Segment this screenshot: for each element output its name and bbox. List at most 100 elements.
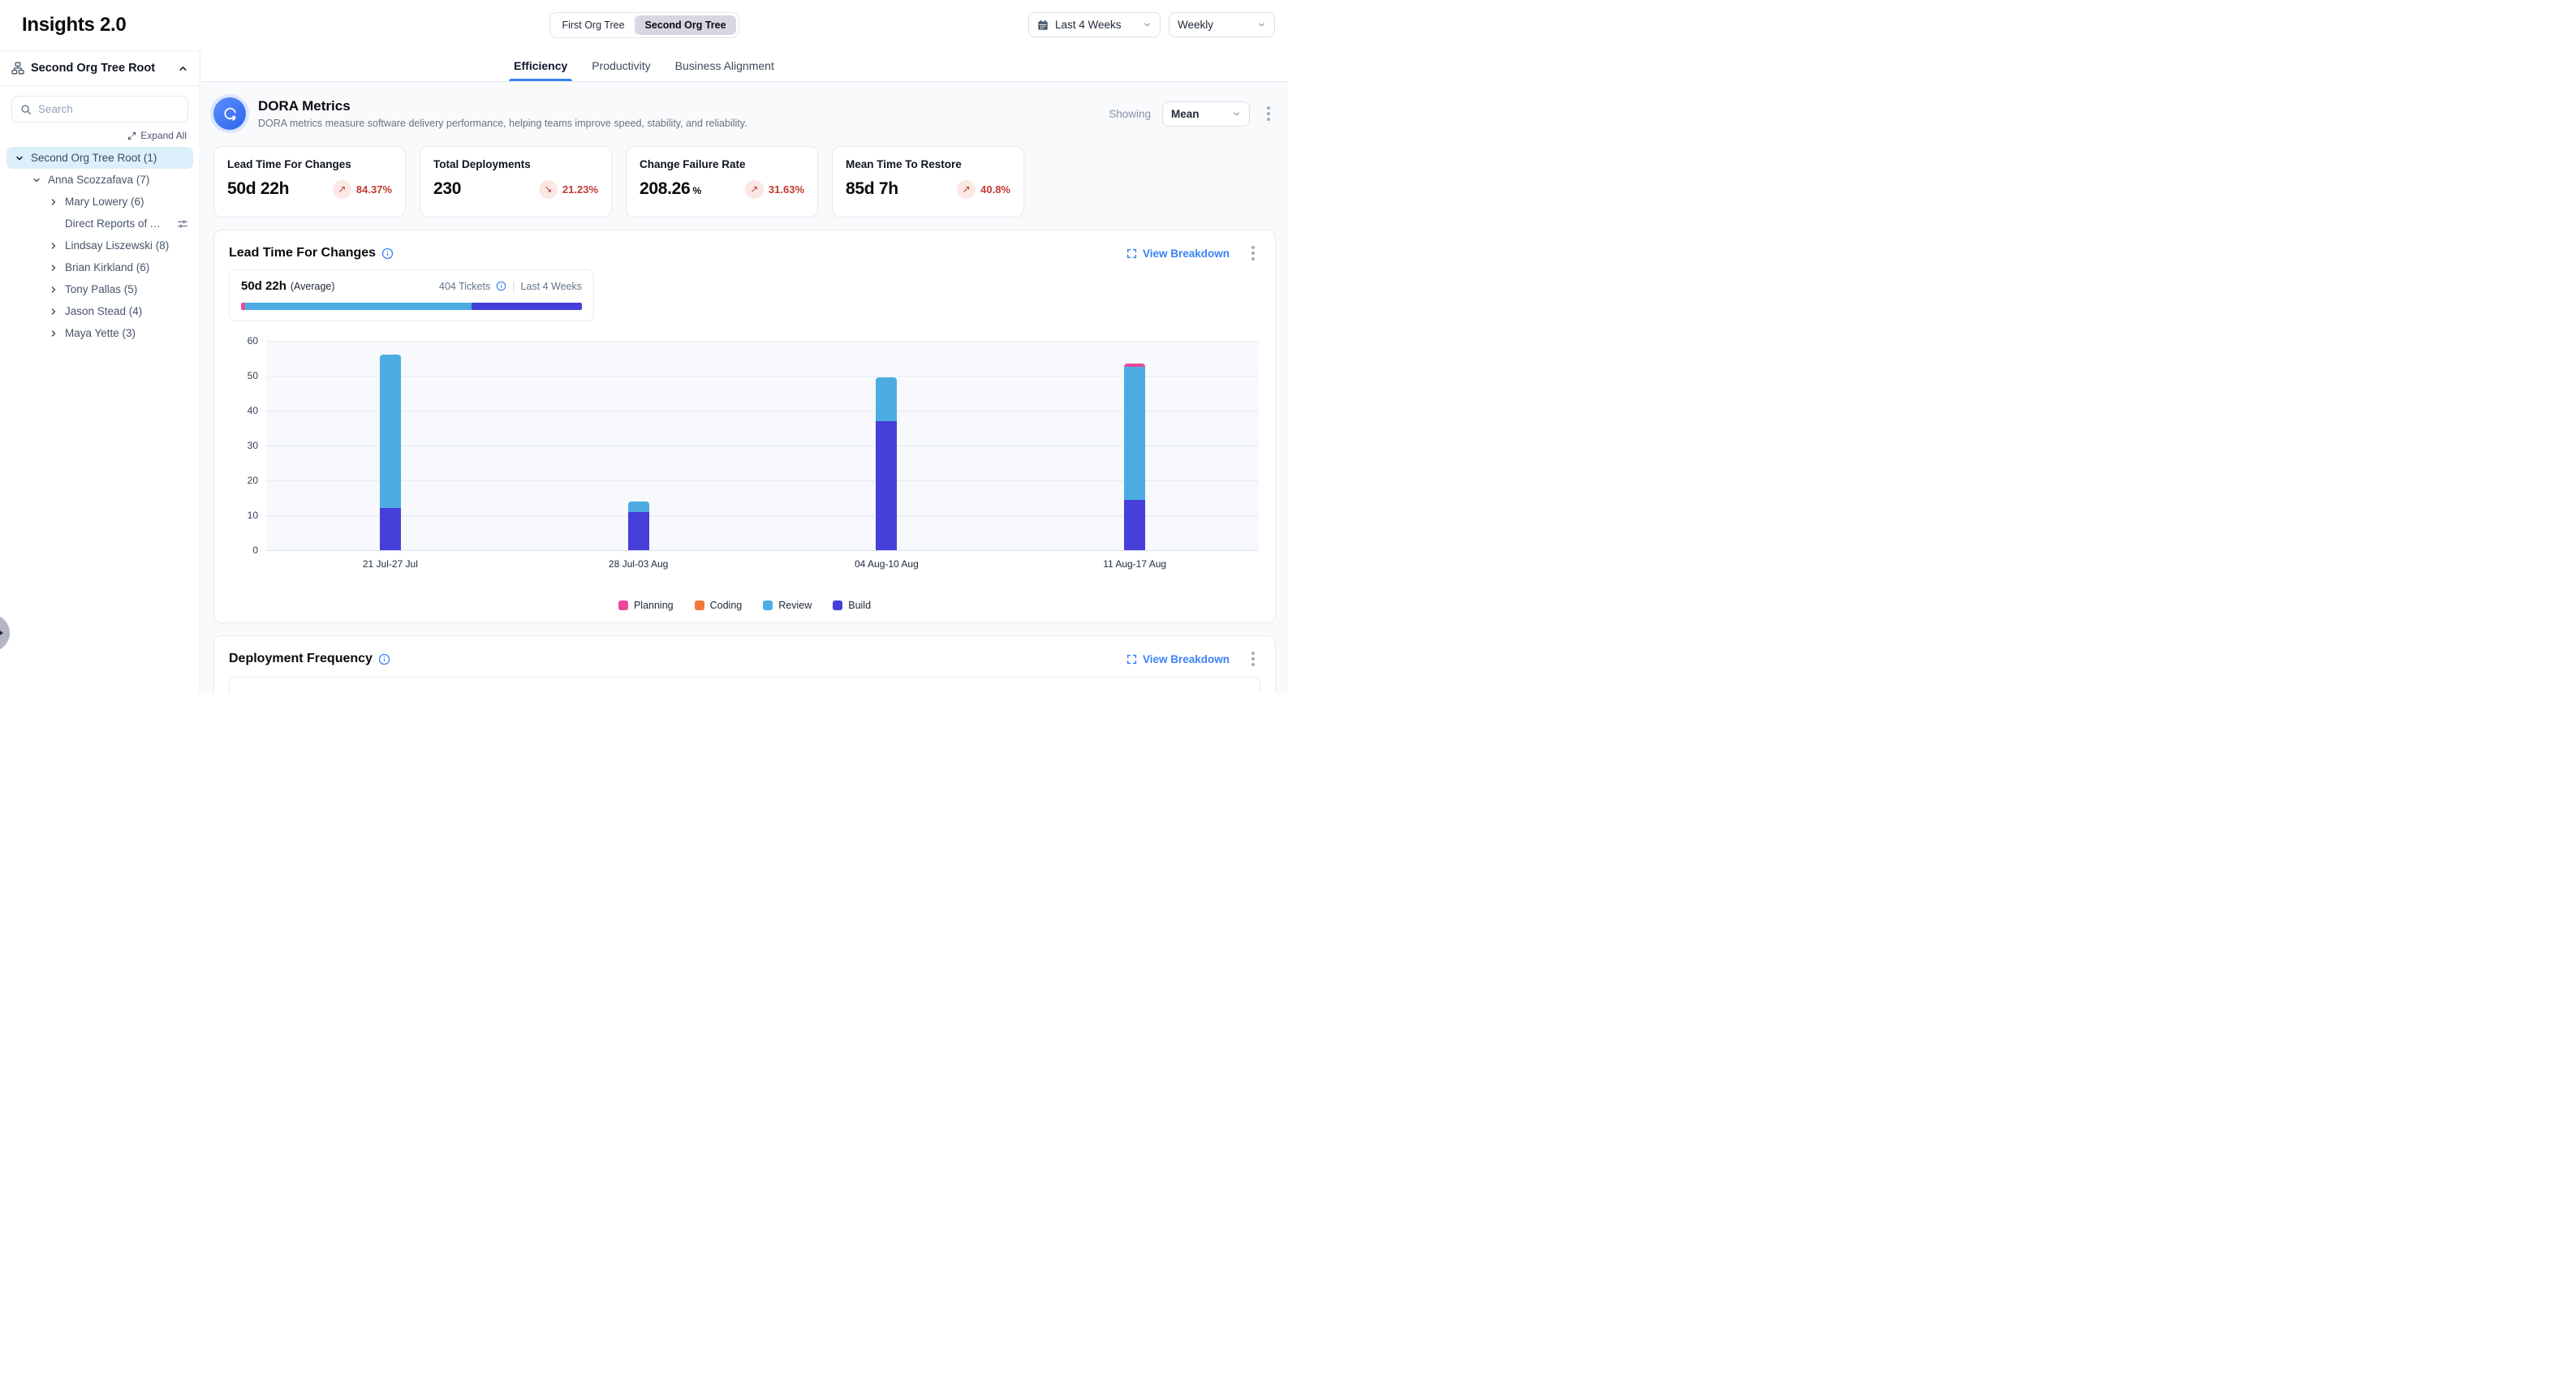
view-breakdown-link[interactable]: View Breakdown	[1126, 248, 1230, 260]
chevron-right-icon[interactable]	[47, 239, 60, 252]
dora-description: DORA metrics measure software delivery p…	[258, 118, 1109, 129]
metric-card-delta: ↗31.63%	[745, 180, 804, 199]
legend-swatch	[618, 600, 628, 610]
chevron-right-icon[interactable]	[47, 283, 60, 296]
summary-stacked-bar	[241, 303, 582, 310]
bar-segment-review	[628, 501, 649, 512]
metric-card-title: Change Failure Rate	[640, 158, 804, 170]
tree-item[interactable]: Second Org Tree Root (1)	[6, 147, 193, 169]
tab-label: Efficiency	[514, 59, 567, 72]
chevron-down-icon	[1232, 110, 1241, 118]
stacked-bar	[876, 377, 897, 550]
lead-time-kebab-menu[interactable]	[1246, 243, 1260, 263]
collapse-sidebar-chevron-up-icon[interactable]	[178, 63, 188, 74]
metric-card: Change Failure Rate208.26%↗31.63%	[626, 146, 818, 217]
bar-segment-build	[876, 421, 897, 550]
deployment-kebab-menu[interactable]	[1246, 649, 1260, 669]
top-controls: Last 4 Weeks Weekly	[1028, 12, 1275, 37]
y-tick-label: 0	[252, 544, 258, 556]
legend-label: Planning	[634, 600, 674, 611]
metric-card-delta-value: 84.37%	[356, 183, 392, 196]
tree-item[interactable]: Lindsay Liszewski (8)	[6, 235, 193, 256]
metric-card-delta: ↗84.37%	[333, 180, 392, 199]
legend-label: Review	[778, 600, 812, 611]
chevron-right-icon[interactable]	[47, 196, 60, 209]
sidebar-header: Second Org Tree Root	[0, 51, 200, 86]
metric-card-title: Total Deployments	[433, 158, 598, 170]
dora-titles: DORA Metrics DORA metrics measure softwa…	[258, 98, 1109, 129]
tab-label: Business Alignment	[675, 59, 774, 72]
metric-card-delta: ↗40.8%	[957, 180, 1010, 199]
tab-business-alignment[interactable]: Business Alignment	[670, 50, 779, 81]
view-breakdown-link[interactable]: View Breakdown	[1126, 653, 1230, 665]
summary-period: Last 4 Weeks	[520, 281, 582, 292]
main-area: Efficiency Productivity Business Alignment…	[201, 50, 1288, 693]
date-range-select[interactable]: Last 4 Weeks	[1028, 12, 1161, 37]
tree-item-label: Anna Scozzafava (7)	[48, 174, 149, 186]
bar-segment-review	[876, 377, 897, 421]
chevron-down-icon[interactable]	[30, 174, 43, 187]
org-toggle-option[interactable]: Second Org Tree	[635, 15, 736, 35]
tree-item[interactable]: Direct Reports of A...	[6, 213, 193, 235]
chart-y-axis: 0102030405060	[229, 341, 258, 550]
chevron-down-icon	[1257, 20, 1266, 29]
y-tick-label: 40	[248, 405, 258, 416]
app-title: Insights 2.0	[22, 0, 126, 50]
tree-item[interactable]: Jason Stead (4)	[6, 300, 193, 322]
tab-efficiency[interactable]: Efficiency	[509, 50, 572, 81]
lead-time-title: Lead Time For Changes	[229, 246, 394, 260]
info-icon[interactable]	[378, 653, 390, 665]
org-tree-icon	[11, 62, 24, 75]
search-input[interactable]	[38, 103, 182, 115]
tree-item[interactable]: Mary Lowery (6)	[6, 191, 193, 213]
metric-card: Total Deployments230↘21.23%	[420, 146, 612, 217]
showing-select[interactable]: Mean	[1162, 101, 1250, 127]
calendar-icon	[1037, 19, 1049, 31]
gridline-y50	[266, 376, 1259, 377]
metric-card-unit: %	[692, 185, 700, 196]
org-toggle-option[interactable]: First Org Tree	[552, 15, 634, 35]
bar-segment-build	[380, 508, 401, 550]
trend-up-icon: ↗	[745, 180, 764, 199]
tree-item[interactable]: Tony Pallas (5)	[6, 278, 193, 300]
chevron-right-icon[interactable]	[47, 327, 60, 340]
view-breakdown-label: View Breakdown	[1143, 248, 1230, 260]
gridline-y10	[266, 515, 1259, 516]
x-tick-label: 04 Aug-10 Aug	[855, 558, 919, 570]
lead-time-title-text: Lead Time For Changes	[229, 246, 376, 260]
lead-time-section: Lead Time For Changes View Breakdown	[213, 230, 1276, 623]
tree-item-label: Jason Stead (4)	[65, 305, 142, 317]
deployment-summary-box	[229, 677, 1260, 693]
chevron-down-icon	[1143, 20, 1152, 29]
sidebar-title: Second Org Tree Root	[31, 62, 171, 75]
filter-sliders-icon[interactable]	[177, 218, 188, 230]
granularity-value: Weekly	[1178, 19, 1251, 31]
chevron-right-icon[interactable]	[47, 305, 60, 318]
metric-card: Lead Time For Changes50d 22h↗84.37%	[213, 146, 406, 217]
tree-item-label: Brian Kirkland (6)	[65, 261, 149, 273]
legend-label: Build	[848, 600, 871, 611]
info-icon[interactable]	[381, 248, 394, 260]
tree-item[interactable]: Brian Kirkland (6)	[6, 256, 193, 278]
summary-qualifier: (Average)	[291, 281, 335, 292]
tree-item-label: Tony Pallas (5)	[65, 283, 137, 295]
chevron-down-icon[interactable]	[13, 152, 26, 165]
summary-value: 50d 22h	[241, 279, 286, 293]
tree-item[interactable]: Anna Scozzafava (7)	[6, 169, 193, 191]
date-range-value: Last 4 Weeks	[1055, 19, 1136, 31]
expand-all-button[interactable]: Expand All	[13, 130, 187, 141]
chevron-right-icon[interactable]	[47, 261, 60, 274]
tab-productivity[interactable]: Productivity	[587, 50, 655, 81]
granularity-select[interactable]: Weekly	[1169, 12, 1275, 37]
deployment-frequency-header: Deployment Frequency View Breakdown	[229, 649, 1260, 669]
dora-kebab-menu[interactable]	[1261, 104, 1276, 123]
info-icon[interactable]	[496, 281, 506, 291]
legend-swatch	[695, 600, 704, 610]
stacked-bar	[628, 501, 649, 550]
expand-diagonal-icon	[127, 131, 136, 140]
y-tick-label: 30	[248, 440, 258, 451]
search-box[interactable]	[11, 96, 188, 123]
legend-swatch	[763, 600, 773, 610]
y-tick-label: 20	[248, 475, 258, 486]
tree-item[interactable]: Maya Yette (3)	[6, 322, 193, 344]
